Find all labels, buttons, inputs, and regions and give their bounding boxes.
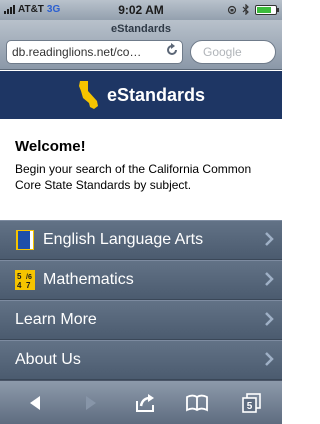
menu-item-learn-more[interactable]: Learn More: [0, 300, 282, 340]
reload-icon[interactable]: [165, 43, 179, 57]
svg-text:/6: /6: [26, 274, 32, 281]
svg-text:7: 7: [26, 281, 31, 290]
tabs-icon[interactable]: 5: [240, 391, 264, 415]
welcome-heading: Welcome!: [15, 138, 86, 155]
california-logo-icon: [78, 81, 98, 109]
browser-toolbar: 5: [0, 380, 282, 424]
subject-menu: English Language Arts 5 /6 4 7 Mathemati…: [0, 220, 282, 380]
menu-item-english-language-arts[interactable]: English Language Arts: [0, 220, 282, 260]
forward-icon[interactable]: [78, 391, 102, 415]
battery-level: [257, 6, 271, 13]
status-bar: AT&T 3G 9:02 AM: [0, 0, 282, 20]
rotation-lock-icon: [227, 5, 237, 14]
book-icon: [16, 230, 34, 250]
welcome-section: Welcome! Begin your search of the Califo…: [15, 138, 275, 193]
welcome-text: Begin your search of the California Comm…: [15, 162, 252, 192]
status-indicators: [227, 4, 279, 15]
chevron-right-icon: [265, 272, 274, 286]
menu-item-label: English Language Arts: [43, 231, 204, 248]
menu-item-about-us[interactable]: About Us: [0, 340, 282, 380]
site-header: eStandards: [0, 71, 282, 119]
svg-text:5: 5: [17, 272, 22, 281]
chevron-right-icon: [265, 352, 274, 366]
bookmarks-icon[interactable]: [185, 391, 209, 415]
browser-bar: eStandards db.readinglions.net/co… Googl…: [0, 20, 282, 70]
svg-text:4: 4: [17, 281, 22, 290]
page-title: eStandards: [111, 23, 171, 35]
battery-icon: [255, 4, 279, 15]
bluetooth-icon: [242, 4, 249, 15]
share-icon[interactable]: [133, 391, 157, 415]
tab-count: 5: [247, 401, 253, 412]
back-icon[interactable]: [24, 391, 48, 415]
address-bar[interactable]: db.readinglions.net/co…: [6, 40, 183, 64]
menu-item-label: Learn More: [15, 311, 97, 328]
site-title: eStandards: [106, 84, 206, 105]
menu-item-label: About Us: [15, 351, 81, 368]
search-input[interactable]: Google: [190, 40, 276, 64]
menu-item-label: Mathematics: [43, 271, 134, 288]
math-icon: 5 /6 4 7: [15, 270, 35, 290]
menu-item-mathematics[interactable]: 5 /6 4 7 Mathematics: [0, 260, 282, 300]
chevron-right-icon: [265, 312, 274, 326]
chevron-right-icon: [265, 232, 274, 246]
